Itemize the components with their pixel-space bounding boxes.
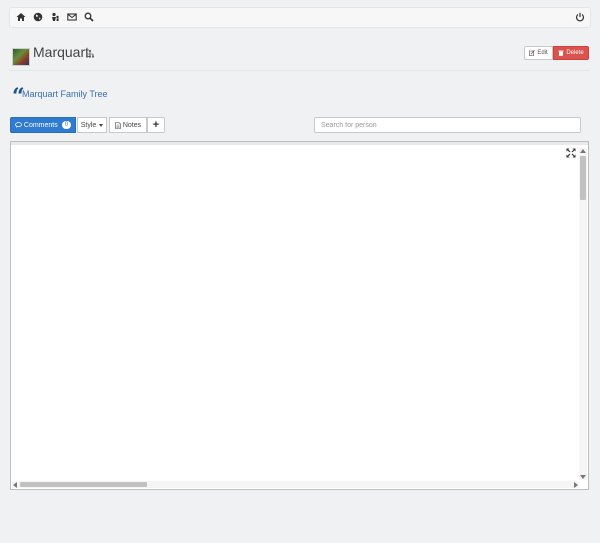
edit-button[interactable]: Edit [524, 46, 553, 60]
vertical-scroll-thumb[interactable] [580, 156, 586, 200]
add-button[interactable]: + [147, 117, 165, 133]
search-icon[interactable] [82, 10, 96, 24]
scroll-down-arrow[interactable] [580, 475, 586, 479]
edit-icon [529, 50, 536, 56]
trash-icon [558, 50, 564, 56]
delete-button[interactable]: Delete [553, 46, 589, 60]
comments-label: Comments [23, 121, 58, 129]
power-icon[interactable] [573, 10, 587, 24]
notes-label: Notes [122, 121, 142, 129]
chevron-down-icon [99, 123, 104, 127]
scroll-left-arrow[interactable] [13, 482, 17, 488]
page-title: Marquart [33, 44, 90, 60]
sitemap-icon[interactable] [86, 50, 94, 58]
delete-label: Delete [566, 50, 584, 56]
style-label: Style [80, 121, 97, 129]
search-person-input[interactable] [314, 117, 581, 133]
home-icon[interactable] [14, 10, 28, 24]
scroll-up-arrow[interactable] [580, 149, 586, 153]
horizontal-scroll-thumb[interactable] [20, 482, 147, 487]
vertical-scrollbar[interactable] [579, 148, 587, 480]
style-dropdown-button[interactable]: Style [77, 117, 107, 133]
horizontal-scrollbar[interactable] [12, 481, 579, 488]
file-icon [115, 121, 121, 129]
tree-icon[interactable] [48, 10, 62, 24]
comments-icon [15, 122, 22, 128]
edit-label: Edit [537, 50, 548, 56]
family-tree-canvas[interactable] [10, 141, 589, 490]
scroll-right-arrow[interactable] [574, 482, 578, 488]
comments-count-badge: 0 [61, 121, 72, 129]
comments-button[interactable]: Comments 0 [10, 117, 76, 133]
mail-icon[interactable] [65, 10, 79, 24]
top-navbar [9, 7, 591, 28]
expand-icon[interactable] [566, 148, 576, 158]
plus-icon: + [152, 119, 160, 131]
header-divider [9, 70, 589, 71]
notes-button[interactable]: Notes [109, 117, 147, 133]
tree-description: Marquart Family Tree [22, 89, 108, 99]
globe-icon[interactable] [31, 10, 45, 24]
canvas-top-border [11, 142, 588, 145]
avatar [12, 48, 30, 66]
